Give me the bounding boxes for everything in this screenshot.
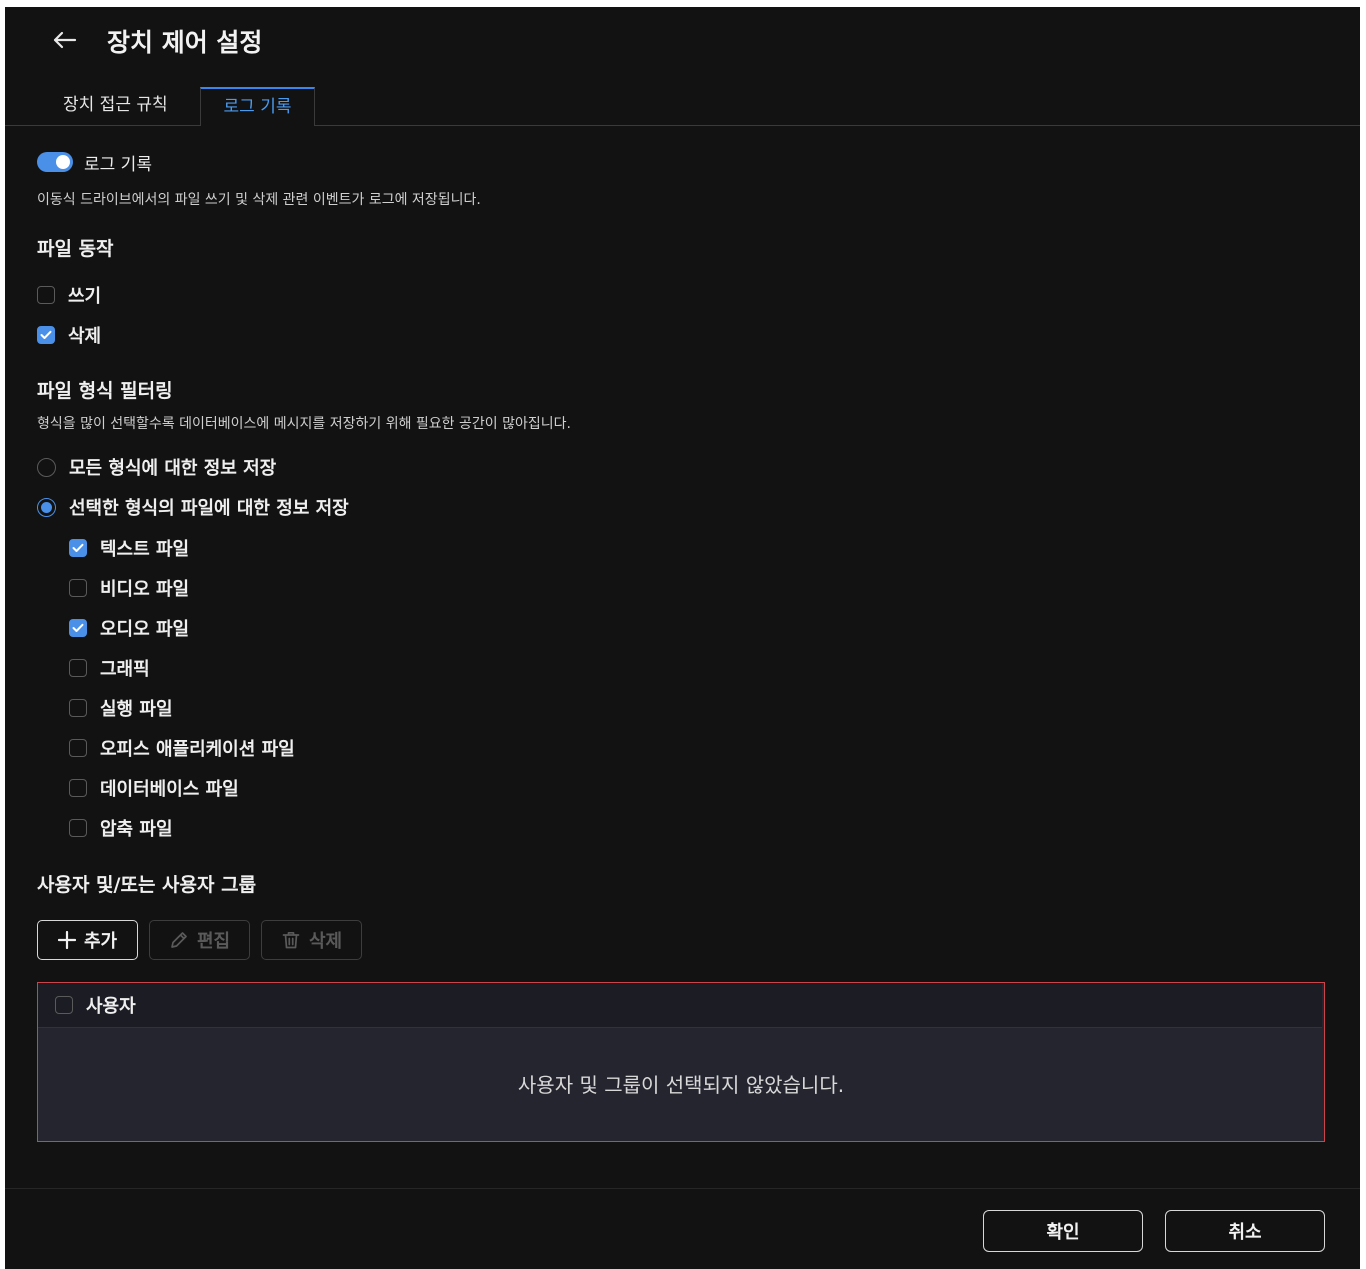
type-label: 비디오 파일: [100, 579, 190, 600]
check-icon: [72, 623, 84, 632]
type-database-checkbox[interactable]: 데이터베이스 파일: [69, 776, 239, 800]
settings-window: 장치 제어 설정 장치 접근 규칙 로그 기록 로그 기록 이동식 드라이브에서…: [5, 7, 1360, 1269]
tab-logging[interactable]: 로그 기록: [200, 87, 315, 126]
radio-circle: [37, 497, 56, 517]
delete-button[interactable]: 삭제: [261, 920, 362, 960]
radio-all-formats-label: 모든 형식에 대한 정보 저장: [69, 458, 277, 479]
type-label: 실행 파일: [100, 699, 173, 720]
type-office-checkbox[interactable]: 오피스 애플리케이션 파일: [69, 736, 295, 760]
arrow-left-icon: [53, 31, 77, 49]
edit-button[interactable]: 편집: [149, 920, 250, 960]
checkbox-box: [37, 286, 55, 304]
column-header-user: 사용자: [86, 996, 136, 1017]
type-graphics-checkbox[interactable]: 그래픽: [69, 656, 150, 680]
logging-toggle[interactable]: [37, 152, 73, 172]
file-ops-heading: 파일 동작: [37, 238, 114, 260]
format-filter-description: 형식을 많이 선택할수록 데이터베이스에 메시지를 저장하기 위해 필요한 공간…: [37, 416, 571, 432]
checkbox-box: [69, 619, 87, 637]
empty-state-message: 사용자 및 그룹이 선택되지 않았습니다.: [517, 1073, 845, 1097]
logging-toggle-label: 로그 기록: [84, 155, 152, 175]
type-video-checkbox[interactable]: 비디오 파일: [69, 576, 189, 600]
type-text-checkbox[interactable]: 텍스트 파일: [69, 536, 189, 560]
checkbox-box: [69, 659, 87, 677]
header: 장치 제어 설정: [5, 7, 1360, 71]
checkbox-box: [37, 326, 55, 344]
add-button[interactable]: 추가: [37, 920, 138, 960]
type-label: 오피스 애플리케이션 파일: [100, 739, 295, 760]
pencil-icon: [171, 932, 187, 948]
radio-selected-formats[interactable]: 선택한 형식의 파일에 대한 정보 저장: [37, 495, 349, 519]
type-label: 오디오 파일: [100, 619, 190, 640]
type-label: 압축 파일: [100, 819, 173, 840]
radio-all-formats[interactable]: 모든 형식에 대한 정보 저장: [37, 455, 276, 479]
radio-circle: [37, 457, 56, 477]
type-label: 그래픽: [100, 659, 150, 680]
cancel-button[interactable]: 취소: [1165, 1210, 1325, 1252]
ok-button[interactable]: 확인: [983, 1210, 1143, 1252]
checkbox-box: [69, 579, 87, 597]
type-executable-checkbox[interactable]: 실행 파일: [69, 696, 173, 720]
tab-device-access-rules[interactable]: 장치 접근 규칙: [63, 87, 199, 125]
checkbox-box: [69, 779, 87, 797]
format-filter-heading: 파일 형식 필터링: [37, 380, 173, 402]
logging-description: 이동식 드라이브에서의 파일 쓰기 및 삭제 관련 이벤트가 로그에 저장됩니다…: [37, 192, 481, 208]
users-table: 사용자 사용자 및 그룹이 선택되지 않았습니다.: [37, 982, 1325, 1142]
check-icon: [40, 330, 52, 339]
select-all-checkbox[interactable]: [55, 996, 73, 1014]
check-icon: [72, 543, 84, 552]
checkbox-box: [69, 819, 87, 837]
type-label: 텍스트 파일: [100, 539, 190, 560]
write-label: 쓰기: [68, 286, 102, 307]
checkbox-box: [69, 739, 87, 757]
delete-button-label: 삭제: [308, 931, 343, 952]
trash-icon: [282, 931, 300, 949]
tab-bar: 장치 접근 규칙 로그 기록: [5, 87, 1360, 126]
back-button[interactable]: [49, 25, 79, 55]
plus-icon: [57, 931, 76, 949]
footer: 확인 취소: [5, 1188, 1360, 1269]
table-header: 사용자: [38, 983, 1322, 1028]
type-audio-checkbox[interactable]: 오디오 파일: [69, 616, 189, 640]
delete-label: 삭제: [68, 326, 102, 347]
type-archive-checkbox[interactable]: 압축 파일: [69, 816, 173, 840]
write-checkbox[interactable]: 쓰기: [37, 283, 101, 307]
checkbox-box: [69, 699, 87, 717]
add-button-label: 추가: [83, 931, 118, 952]
users-heading: 사용자 및/또는 사용자 그룹: [37, 874, 257, 896]
radio-selected-formats-label: 선택한 형식의 파일에 대한 정보 저장: [69, 498, 349, 519]
edit-button-label: 편집: [196, 931, 231, 952]
delete-checkbox[interactable]: 삭제: [37, 323, 101, 347]
page-title: 장치 제어 설정: [107, 28, 263, 57]
checkbox-box: [69, 539, 87, 557]
type-label: 데이터베이스 파일: [100, 779, 239, 800]
